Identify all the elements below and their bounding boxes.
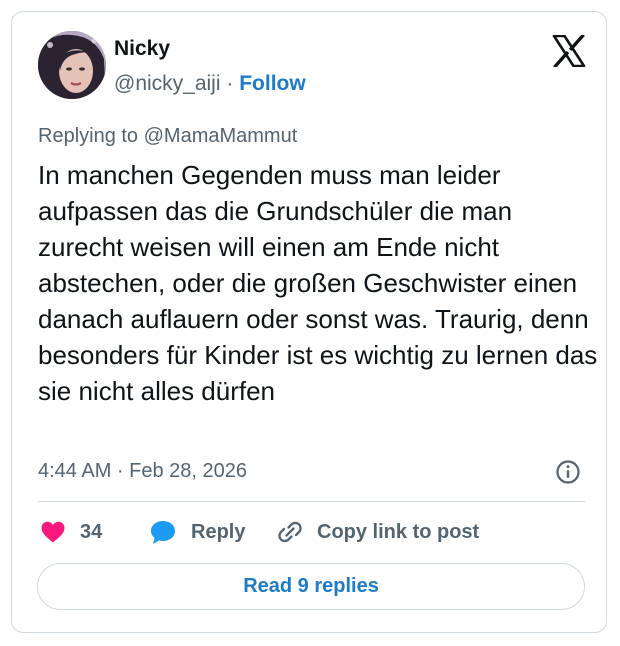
x-logo-icon[interactable]	[552, 35, 586, 67]
reply-label: Reply	[191, 520, 246, 543]
copy-link-button[interactable]: Copy link to post	[277, 518, 479, 546]
handle-separator: ·	[226, 72, 234, 95]
like-button[interactable]: 34	[40, 518, 102, 546]
heart-icon	[41, 521, 65, 543]
author-handle-row: @nicky_aiji · Follow	[114, 72, 306, 96]
author-name[interactable]: Nicky	[114, 37, 170, 61]
link-icon	[278, 521, 302, 543]
tweet-text: In manchen Gegenden muss man leider aufp…	[38, 160, 598, 406]
divider	[38, 501, 585, 502]
tweet-card: Nicky @nicky_aiji · Follow Replying to @…	[11, 11, 607, 633]
author-handle[interactable]: @nicky_aiji	[114, 72, 221, 95]
replying-to: Replying to @MamaMammut	[38, 125, 298, 147]
read-replies-button[interactable]: Read 9 replies	[37, 563, 585, 610]
follow-link[interactable]: Follow	[239, 72, 306, 95]
avatar-image	[38, 31, 106, 99]
copy-link-label: Copy link to post	[317, 520, 480, 543]
info-icon[interactable]	[555, 459, 581, 485]
reply-button[interactable]: Reply	[149, 518, 245, 546]
speech-bubble-icon	[151, 521, 175, 544]
read-replies-label: Read 9 replies	[243, 575, 379, 597]
avatar[interactable]	[38, 31, 106, 99]
tweet-timestamp[interactable]: 4:44 AM · Feb 28, 2026	[38, 460, 247, 483]
like-count: 34	[80, 520, 103, 543]
